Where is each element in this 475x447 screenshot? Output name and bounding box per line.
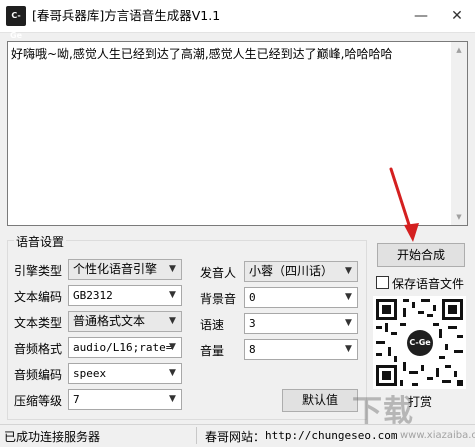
background-sound-value: 0 [249,291,256,304]
website-label: 春哥网站： [205,430,266,444]
close-button[interactable]: ✕ [439,0,475,32]
scroll-down-icon[interactable]: ▼ [451,209,467,225]
compression-level-select[interactable]: 7 ▼ [68,389,182,410]
speaker-label: 发音人 [200,266,237,280]
speed-label: 语速 [200,318,225,332]
volume-select[interactable]: 8 ▼ [244,339,358,360]
audio-encoding-select[interactable]: speex ▼ [68,363,182,384]
save-audio-checkbox[interactable] [376,276,389,289]
background-sound-select[interactable]: 0 ▼ [244,287,358,308]
text-type-select[interactable]: 普通格式文本 ▼ [68,311,182,332]
compression-level-value: 7 [73,393,80,406]
audio-encoding-label: 音频编码 [14,368,63,382]
text-encoding-label: 文本编码 [14,290,63,304]
engine-type-value: 个性化语音引擎 [73,262,158,276]
chevron-down-icon: ▼ [345,292,352,302]
chevron-down-icon: ▼ [345,318,352,328]
compression-level-label: 压缩等级 [14,394,63,408]
audio-format-value: audio/L16;rate= [73,341,173,354]
scroll-up-icon[interactable]: ▲ [451,42,467,58]
start-synthesis-button[interactable]: 开始合成 [377,243,465,267]
text-type-label: 文本类型 [14,316,63,330]
chevron-down-icon: ▼ [345,266,352,276]
website-link[interactable]: http://chungeseo.com [265,429,397,442]
text-type-value: 普通格式文本 [73,314,146,328]
chevron-down-icon: ▼ [169,342,176,352]
engine-type-label: 引擎类型 [14,264,63,278]
qr-logo-icon: C-Ge [407,330,433,356]
chevron-down-icon: ▼ [169,394,176,404]
speaker-value: 小蓉（四川话） [249,264,334,278]
minimize-button[interactable]: — [403,0,439,32]
annotation-arrow-icon [389,167,419,242]
audio-format-select[interactable]: audio/L16;rate= ▼ [68,337,182,358]
watermark-url: www.xiazaiba.com [400,430,475,441]
chevron-down-icon: ▼ [345,344,352,354]
chevron-down-icon: ▼ [169,368,176,378]
engine-type-select[interactable]: 个性化语音引擎 ▼ [68,259,182,280]
speaker-select[interactable]: 小蓉（四川话） ▼ [244,261,358,282]
background-sound-label: 背景音 [200,292,237,306]
default-values-button[interactable]: 默认值 [282,389,358,412]
status-divider [196,427,197,444]
save-audio-label: 保存语音文件 [392,277,465,291]
text-encoding-select[interactable]: GB2312 ▼ [68,285,182,306]
watermark-text: 下载 [352,394,414,429]
volume-value: 8 [249,343,256,356]
window-title: [春哥兵器库]方言语音生成器V1.1 [32,8,221,23]
vertical-scrollbar[interactable]: ▲ ▼ [451,42,467,225]
text-encoding-value: GB2312 [73,289,113,302]
app-icon: C-Ge [6,6,26,40]
chevron-down-icon: ▼ [169,290,176,300]
chevron-down-icon: ▼ [169,316,176,326]
chevron-down-icon: ▼ [169,264,176,274]
audio-format-label: 音频格式 [14,342,63,356]
speed-value: 3 [249,317,256,330]
speed-select[interactable]: 3 ▼ [244,313,358,334]
volume-label: 音量 [200,344,225,358]
connection-status: 已成功连接服务器 [4,430,101,444]
audio-encoding-value: speex [73,367,107,380]
voice-settings-title: 语音设置 [14,233,67,250]
